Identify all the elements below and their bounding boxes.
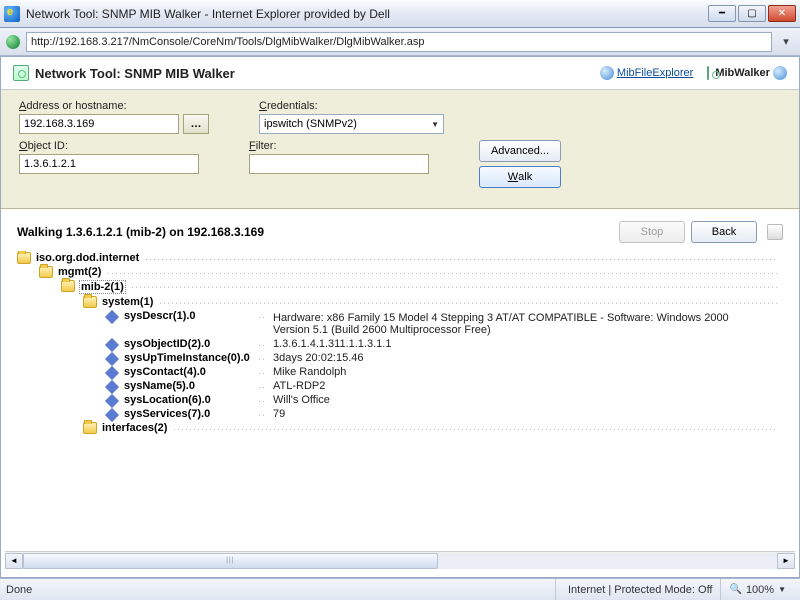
value-syslocation: Will's Office bbox=[273, 394, 330, 406]
filter-label: Filter: bbox=[249, 140, 429, 152]
folder-icon bbox=[17, 252, 31, 264]
browse-button[interactable]: … bbox=[183, 114, 209, 134]
mibwalker-link-icon bbox=[707, 66, 709, 80]
value-sysobjectid: 1.3.6.1.4.1.311.1.1.3.1.1 bbox=[273, 338, 391, 350]
globe-icon bbox=[6, 35, 20, 49]
tree-node-interfaces[interactable]: interfaces(2) bbox=[101, 422, 168, 434]
leaf-icon bbox=[105, 394, 119, 408]
folder-icon bbox=[61, 280, 75, 292]
page-content: Network Tool: SNMP MIB Walker MibFileExp… bbox=[0, 56, 800, 578]
walking-status: Walking 1.3.6.1.2.1 (mib-2) on 192.168.3… bbox=[17, 225, 613, 239]
folder-icon bbox=[39, 266, 53, 278]
credentials-select[interactable]: ipswitch (SNMPv2) ▼ bbox=[259, 114, 444, 134]
credentials-label: Credentials: bbox=[259, 100, 444, 112]
leaf-icon bbox=[105, 408, 119, 422]
leaf-icon bbox=[105, 352, 119, 366]
mibwalker-app-icon bbox=[13, 65, 29, 81]
tree-leaf-syscontact[interactable]: sysContact(4).0 bbox=[123, 366, 207, 378]
chevron-down-icon: ▼ bbox=[778, 585, 786, 594]
maximize-button[interactable]: ▢ bbox=[738, 5, 766, 22]
zoom-value: 100% bbox=[746, 584, 774, 596]
leaf-icon bbox=[105, 366, 119, 380]
status-done: Done bbox=[6, 584, 555, 596]
help-icon[interactable] bbox=[773, 66, 787, 80]
tree-leaf-sysobjectid[interactable]: sysObjectID(2).0 bbox=[123, 338, 211, 350]
value-sysservices: 79 bbox=[273, 408, 285, 420]
scroll-track[interactable]: ||| bbox=[23, 553, 777, 569]
credentials-value: ipswitch (SNMPv2) bbox=[264, 118, 357, 130]
address-input[interactable] bbox=[19, 114, 179, 134]
advanced-button[interactable]: Advanced... bbox=[479, 140, 561, 162]
walk-button[interactable]: Walk bbox=[479, 166, 561, 188]
stop-button: Stop bbox=[619, 221, 685, 243]
results-bar: Walking 1.3.6.1.2.1 (mib-2) on 192.168.3… bbox=[1, 209, 799, 251]
page-header: Network Tool: SNMP MIB Walker MibFileExp… bbox=[1, 57, 799, 90]
leaf-icon bbox=[105, 310, 119, 324]
objectid-label: Object ID: bbox=[19, 140, 199, 152]
scroll-thumb[interactable]: ||| bbox=[23, 553, 438, 569]
filter-input[interactable] bbox=[249, 154, 429, 174]
value-syscontact: Mike Randolph bbox=[273, 366, 346, 378]
window-titlebar: Network Tool: SNMP MIB Walker - Internet… bbox=[0, 0, 800, 28]
url-input[interactable]: http://192.168.3.217/NmConsole/CoreNm/To… bbox=[26, 32, 772, 52]
tree-leaf-sysuptime[interactable]: sysUpTimeInstance(0).0 bbox=[123, 352, 251, 364]
value-sysuptime: 3days 20:02:15.46 bbox=[273, 352, 364, 364]
folder-icon bbox=[83, 296, 97, 308]
tree-node-system[interactable]: system(1) bbox=[101, 296, 154, 308]
scroll-right-arrow[interactable]: ► bbox=[777, 553, 795, 569]
tree-node-root[interactable]: iso.org.dod.internet bbox=[35, 252, 140, 264]
print-icon[interactable] bbox=[767, 224, 783, 240]
back-button[interactable]: Back bbox=[691, 221, 757, 243]
tree-leaf-sysname[interactable]: sysName(5).0 bbox=[123, 380, 196, 392]
leaf-icon bbox=[105, 338, 119, 352]
tree-node-mgmt[interactable]: mgmt(2) bbox=[57, 266, 102, 278]
tree-node-mib2[interactable]: mib-2(1) bbox=[79, 280, 126, 294]
value-sysdescr: Hardware: x86 Family 15 Model 4 Stepping… bbox=[273, 310, 743, 336]
objectid-input[interactable] bbox=[19, 154, 199, 174]
url-dropdown-icon[interactable]: ▾ bbox=[778, 35, 794, 48]
status-bar: Done Internet | Protected Mode: Off 🔍 10… bbox=[0, 578, 800, 600]
form-panel: Address or hostname: … Credentials: ipsw… bbox=[1, 90, 799, 209]
page-title: Network Tool: SNMP MIB Walker bbox=[35, 66, 600, 81]
mibwalker-label: MibWalker bbox=[715, 67, 770, 79]
horizontal-scrollbar[interactable]: ◄ ||| ► bbox=[5, 551, 795, 569]
address-label: Address or hostname: bbox=[19, 100, 209, 112]
minimize-button[interactable]: ━ bbox=[708, 5, 736, 22]
scroll-left-arrow[interactable]: ◄ bbox=[5, 553, 23, 569]
address-bar: http://192.168.3.217/NmConsole/CoreNm/To… bbox=[0, 28, 800, 56]
mib-explorer-icon bbox=[600, 66, 614, 80]
ie-icon bbox=[4, 6, 20, 22]
mib-tree: iso.org.dod.internet mgmt(2) mib-2(1) sy… bbox=[1, 251, 799, 551]
close-button[interactable]: ✕ bbox=[768, 5, 796, 22]
tree-leaf-sysservices[interactable]: sysServices(7).0 bbox=[123, 408, 211, 420]
value-sysname: ATL-RDP2 bbox=[273, 380, 325, 392]
mibfileexplorer-link[interactable]: MibFileExplorer bbox=[617, 67, 693, 79]
status-zoom-panel[interactable]: 🔍 100% ▼ bbox=[720, 579, 794, 600]
folder-icon bbox=[83, 422, 97, 434]
zoom-icon: 🔍 bbox=[729, 584, 741, 595]
chevron-down-icon: ▼ bbox=[431, 120, 439, 129]
leaf-icon bbox=[105, 380, 119, 394]
status-zone-panel: Internet | Protected Mode: Off bbox=[555, 579, 721, 600]
window-title: Network Tool: SNMP MIB Walker - Internet… bbox=[26, 7, 708, 21]
tree-leaf-sysdescr[interactable]: sysDescr(1).0 bbox=[123, 310, 197, 322]
tree-leaf-syslocation[interactable]: sysLocation(6).0 bbox=[123, 394, 212, 406]
status-zone: Internet | Protected Mode: Off bbox=[568, 584, 713, 596]
